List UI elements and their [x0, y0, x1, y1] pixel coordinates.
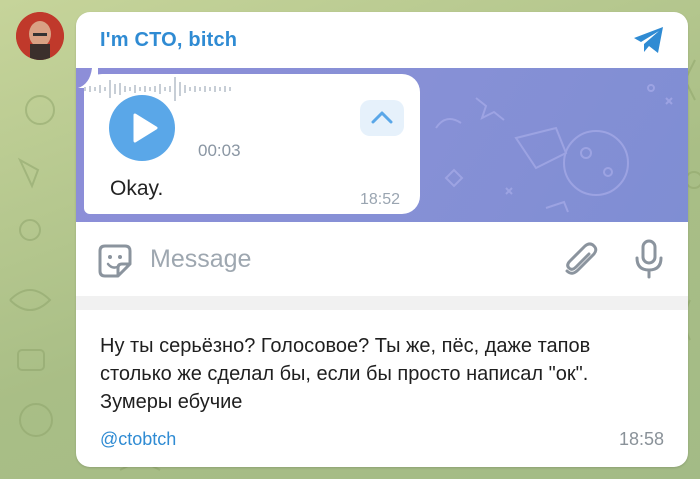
chevron-up-icon: [371, 111, 393, 124]
post-time: 18:58: [618, 429, 664, 449]
sticker-icon[interactable]: [96, 242, 134, 280]
telegram-send-icon[interactable]: [632, 25, 666, 55]
channel-avatar[interactable]: [16, 12, 64, 60]
post-author-link[interactable]: @ctobtch: [100, 429, 176, 450]
post-header: I'm CTO, bitch: [76, 12, 688, 68]
system-nav-strip: [76, 296, 688, 310]
channel-name[interactable]: I'm CTO, bitch: [100, 29, 237, 52]
voice-transcription: Okay.: [110, 177, 164, 200]
channel-post-card: I'm CTO, bitch 00:03 Okay. 18:52 Message…: [76, 12, 688, 467]
audio-waveform[interactable]: [84, 74, 244, 104]
play-button[interactable]: [109, 95, 175, 161]
chat-background: 00:03 Okay. 18:52: [76, 68, 688, 222]
voice-duration: 00:03: [198, 141, 241, 160]
microphone-icon[interactable]: [634, 238, 664, 280]
message-composer: [76, 222, 688, 296]
transcribe-toggle-button[interactable]: [360, 100, 404, 136]
message-input[interactable]: [150, 244, 530, 274]
message-time: 18:52: [360, 191, 401, 208]
voice-message-bubble[interactable]: 00:03 Okay. 18:52: [84, 74, 420, 214]
profile-photo-icon: [16, 12, 64, 60]
play-icon: [133, 113, 158, 143]
embedded-screenshot: 00:03 Okay. 18:52: [76, 68, 688, 310]
post-text: Ну ты серьёзно? Голосовое? Ты же, пёс, д…: [100, 335, 591, 413]
paperclip-icon[interactable]: [562, 240, 600, 280]
